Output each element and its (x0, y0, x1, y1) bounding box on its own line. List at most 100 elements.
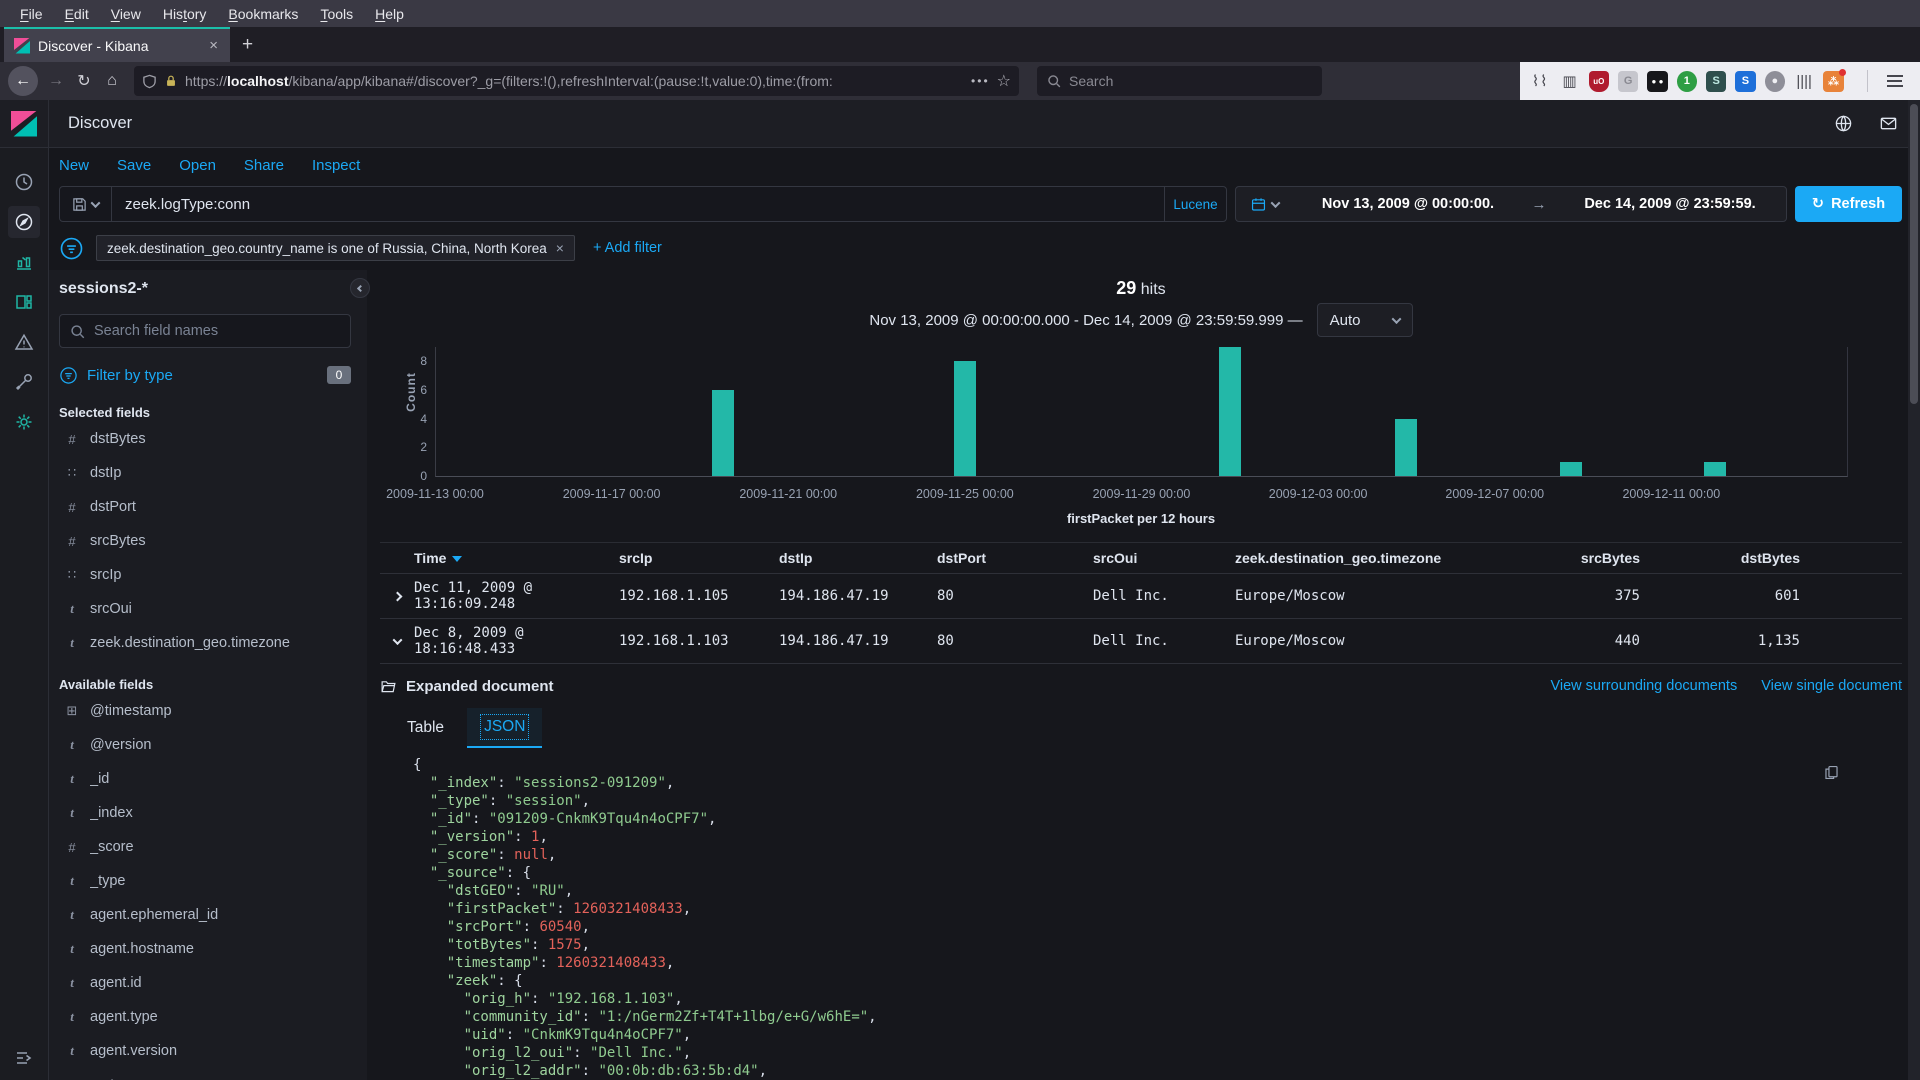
view-single-document-link[interactable]: View single document (1761, 678, 1902, 694)
field-@version[interactable]: t@version (59, 728, 351, 762)
forward-button[interactable]: → (42, 72, 70, 90)
fence-icon[interactable]: |||| (1794, 71, 1814, 92)
remove-filter-icon[interactable]: × (556, 240, 564, 256)
date-from[interactable]: Nov 13, 2009 @ 00:00:00. (1292, 196, 1524, 212)
menu-edit[interactable]: Edit (55, 6, 99, 22)
chart-bar[interactable] (1219, 347, 1241, 476)
url-bar[interactable]: https://localhost/kibana/app/kibana#/dis… (134, 66, 1019, 96)
s-extension-icon[interactable]: S (1706, 71, 1726, 92)
menu-icon[interactable] (1887, 80, 1902, 82)
scrollbar-thumb[interactable] (1910, 104, 1918, 404)
menu-history[interactable]: History (153, 6, 217, 22)
column-header-Time[interactable]: Time (414, 550, 619, 566)
proxy-icon[interactable]: ⁂ (1823, 71, 1843, 92)
query-language-button[interactable]: Lucene (1164, 187, 1226, 221)
query-input[interactable]: zeek.logType:conn (112, 196, 1164, 213)
table-row[interactable]: Dec 11, 2009 @ 13:16:09.248192.168.1.105… (380, 574, 1902, 619)
devtools-icon[interactable] (4, 362, 44, 402)
shield-icon[interactable] (142, 74, 157, 89)
share-link[interactable]: Share (244, 157, 284, 174)
field-cert[interactable]: ?cert (59, 1068, 351, 1080)
field-agent.id[interactable]: tagent.id (59, 966, 351, 1000)
field-srcBytes[interactable]: #srcBytes (59, 524, 351, 558)
filter-icon[interactable] (59, 236, 84, 261)
menu-help[interactable]: Help (365, 6, 414, 22)
tab-table[interactable]: Table (390, 708, 461, 748)
url-text[interactable]: https://localhost/kibana/app/kibana#/dis… (185, 73, 964, 89)
field-dstBytes[interactable]: #dstBytes (59, 422, 351, 456)
expand-row-icon[interactable] (380, 638, 414, 645)
field-srcOui[interactable]: tsrcOui (59, 592, 351, 626)
query-bar[interactable]: zeek.logType:conn Lucene (59, 186, 1227, 222)
open-link[interactable]: Open (179, 157, 216, 174)
chart-bar[interactable] (1395, 419, 1417, 476)
add-filter-link[interactable]: + Add filter (593, 240, 662, 256)
calendar-button[interactable] (1236, 196, 1292, 213)
field-zeek.destination_geo.timezone[interactable]: tzeek.destination_geo.timezone (59, 626, 351, 660)
dashboard-icon[interactable] (4, 282, 44, 322)
field-search-input[interactable]: Search field names (59, 314, 351, 348)
expand-rail-icon[interactable] (14, 1048, 34, 1068)
chart-bar[interactable] (1560, 462, 1582, 476)
discover-icon[interactable] (4, 202, 44, 242)
spaces-icon[interactable] (1834, 114, 1853, 133)
filter-by-type[interactable]: Filter by type 0 (59, 362, 351, 388)
expand-row-icon[interactable] (380, 593, 414, 600)
date-to[interactable]: Dec 14, 2009 @ 23:59:59. (1554, 196, 1786, 212)
back-button[interactable]: ← (8, 66, 38, 96)
reload-button[interactable]: ↻ (70, 71, 98, 91)
tab-close-icon[interactable]: × (207, 37, 220, 54)
shodan-icon[interactable]: S (1735, 71, 1755, 92)
page-scrollbar[interactable] (1908, 100, 1920, 1080)
field-dstPort[interactable]: #dstPort (59, 490, 351, 524)
kibana-logo[interactable] (0, 100, 49, 147)
new-tab-button[interactable]: + (230, 27, 265, 62)
recently-viewed-icon[interactable] (4, 162, 44, 202)
chart-bar[interactable] (954, 361, 976, 476)
column-header-zeek.destination_geo.timezone[interactable]: zeek.destination_geo.timezone (1235, 550, 1500, 566)
home-button[interactable]: ⌂ (98, 72, 126, 90)
menu-tools[interactable]: Tools (310, 6, 363, 22)
table-row[interactable]: Dec 8, 2009 @ 18:16:48.433192.168.1.1031… (380, 619, 1902, 664)
browser-tab[interactable]: Discover - Kibana × (4, 27, 230, 62)
field-srcIp[interactable]: ∷srcIp (59, 558, 351, 592)
field-_type[interactable]: t_type (59, 864, 351, 898)
column-header-srcOui[interactable]: srcOui (1093, 550, 1235, 566)
mail-icon[interactable] (1879, 114, 1898, 133)
ublock-origin-icon[interactable]: uO (1589, 71, 1609, 92)
chart-plot[interactable]: Count 02468 (435, 347, 1848, 477)
collapse-sidebar-button[interactable] (350, 278, 370, 298)
sidebar-icon[interactable]: ▥ (1559, 71, 1579, 92)
tab-json[interactable]: JSON (467, 708, 542, 748)
bookmark-star-icon[interactable]: ☆ (997, 71, 1011, 91)
copy-icon[interactable] (1823, 764, 1840, 781)
library-icon[interactable]: ⌇⌇ (1530, 71, 1550, 92)
field-_index[interactable]: t_index (59, 796, 351, 830)
refresh-button[interactable]: ↻Refresh (1795, 186, 1902, 222)
new-link[interactable]: New (59, 157, 89, 174)
management-icon[interactable] (4, 402, 44, 442)
page-actions-icon[interactable]: ••• (971, 74, 990, 88)
onetab-icon[interactable]: 1 (1677, 71, 1697, 92)
interval-select[interactable]: Auto (1317, 303, 1413, 337)
inspect-link[interactable]: Inspect (312, 157, 360, 174)
alerts-icon[interactable] (4, 322, 44, 362)
visualize-icon[interactable] (4, 242, 44, 282)
filter-pill[interactable]: zeek.destination_geo.country_name is one… (96, 235, 575, 261)
ghostery-icon[interactable]: G (1618, 71, 1638, 92)
index-pattern-title[interactable]: sessions2-* (59, 280, 351, 298)
darkreader-icon[interactable]: ● ● (1647, 71, 1667, 92)
save-link[interactable]: Save (117, 157, 151, 174)
field-agent.ephemeral_id[interactable]: tagent.ephemeral_id (59, 898, 351, 932)
field-dstIp[interactable]: ∷dstIp (59, 456, 351, 490)
account-icon[interactable]: ● (1765, 71, 1785, 92)
column-header-srcBytes[interactable]: srcBytes (1500, 550, 1640, 566)
field-agent.hostname[interactable]: tagent.hostname (59, 932, 351, 966)
field-agent.version[interactable]: tagent.version (59, 1034, 351, 1068)
chart-bar[interactable] (1704, 462, 1726, 476)
field-@timestamp[interactable]: ⊞@timestamp (59, 694, 351, 728)
view-surrounding-documents-link[interactable]: View surrounding documents (1550, 678, 1737, 694)
menu-bookmarks[interactable]: Bookmarks (218, 6, 308, 22)
column-header-srcIp[interactable]: srcIp (619, 550, 779, 566)
column-header-dstBytes[interactable]: dstBytes (1640, 550, 1800, 566)
